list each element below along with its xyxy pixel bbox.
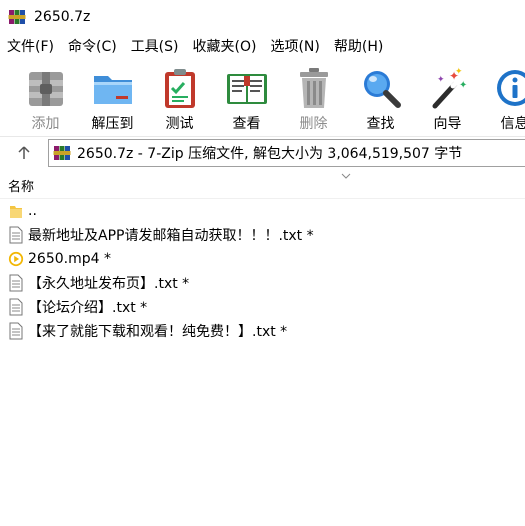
view-book-icon — [226, 74, 267, 104]
test-clipboard-icon — [164, 69, 195, 108]
delete-button[interactable]: 删除 — [280, 60, 347, 133]
winrar-books-icon — [53, 146, 71, 160]
file-name: 【来了就能下载和观看！纯免费！】.txt * — [28, 324, 288, 340]
extract-to-button-label: 解压到 — [91, 116, 134, 132]
extract-to-button[interactable]: 解压到 — [79, 60, 146, 133]
text-file-icon — [8, 226, 24, 244]
wizard-button[interactable]: ✦ ✦ ✦ ✦ 向导 — [414, 60, 481, 133]
list-item[interactable]: 【来了就能下载和观看！纯免费！】.txt * — [0, 319, 525, 343]
list-item[interactable]: 【永久地址发布页】.txt * — [0, 271, 525, 295]
magnifier-icon — [363, 71, 401, 108]
up-one-level-button[interactable] — [10, 139, 38, 167]
text-file-icon — [8, 274, 24, 292]
file-list: 名称 .. 最新地址及APP请发邮箱自动获取！！！.txt * 2650.mp4… — [0, 172, 525, 526]
toolbar: 添加 解压到 测试 查看 删除 查找 ✦ ✦ ✦ ✦ 向导 信息 — [0, 60, 525, 137]
info-button[interactable]: 信息 — [481, 60, 525, 133]
add-button[interactable]: 添加 — [12, 60, 79, 133]
find-button[interactable]: 查找 — [347, 60, 414, 133]
delete-button-label: 删除 — [299, 116, 328, 132]
folder-icon — [8, 202, 24, 220]
test-button-label: 测试 — [165, 116, 194, 132]
path-field[interactable]: 2650.7z - 7-Zip 压缩文件, 解包大小为 3,064,519,50… — [48, 139, 525, 167]
wizard-wand-icon: ✦ ✦ ✦ ✦ — [432, 67, 467, 109]
list-item[interactable]: 2650.mp4 * — [0, 247, 525, 271]
column-name-label: 名称 — [8, 179, 35, 195]
text-file-icon — [8, 298, 24, 316]
file-name: 最新地址及APP请发邮箱自动获取！！！.txt * — [28, 228, 314, 244]
text-file-icon — [8, 322, 24, 340]
menu-bar: 文件(F) 命令(C) 工具(S) 收藏夹(O) 选项(N) 帮助(H) — [0, 36, 525, 58]
menu-options[interactable]: 选项(N) — [263, 36, 326, 58]
add-button-label: 添加 — [31, 116, 60, 132]
info-icon — [496, 70, 525, 106]
list-item[interactable]: 【论坛介绍】.txt * — [0, 295, 525, 319]
find-button-label: 查找 — [366, 116, 395, 132]
svg-text:✦: ✦ — [455, 67, 463, 77]
menu-favorites[interactable]: 收藏夹(O) — [186, 36, 264, 58]
add-archive-icon — [28, 72, 63, 106]
window-title: 2650.7z — [34, 9, 91, 25]
view-button-label: 查看 — [232, 116, 261, 132]
address-bar: 2650.7z - 7-Zip 压缩文件, 解包大小为 3,064,519,50… — [0, 137, 525, 169]
svg-text:✦: ✦ — [437, 75, 445, 85]
file-name: 【论坛介绍】.txt * — [28, 300, 148, 316]
column-header-name[interactable]: 名称 — [0, 172, 525, 199]
wizard-button-label: 向导 — [433, 116, 462, 132]
list-item[interactable]: 最新地址及APP请发邮箱自动获取！！！.txt * — [0, 223, 525, 247]
video-file-icon — [8, 250, 24, 268]
info-button-label: 信息 — [500, 116, 525, 132]
file-name: .. — [28, 203, 37, 219]
file-name: 【永久地址发布页】.txt * — [28, 276, 190, 292]
trash-icon — [299, 68, 328, 108]
svg-text:✦: ✦ — [459, 80, 467, 91]
winrar-books-icon — [8, 10, 26, 24]
chevron-down-icon — [341, 173, 351, 179]
arrow-up-icon — [18, 146, 30, 159]
extract-folder-icon — [93, 76, 132, 104]
menu-file[interactable]: 文件(F) — [0, 36, 61, 58]
test-button[interactable]: 测试 — [146, 60, 213, 133]
menu-commands[interactable]: 命令(C) — [61, 36, 124, 58]
title-bar: 2650.7z — [0, 0, 525, 34]
menu-tools[interactable]: 工具(S) — [124, 36, 186, 58]
view-button[interactable]: 查看 — [213, 60, 280, 133]
file-name: 2650.mp4 * — [28, 251, 111, 267]
menu-help[interactable]: 帮助(H) — [327, 36, 390, 58]
list-item[interactable]: .. — [0, 199, 525, 223]
path-text: 2650.7z - 7-Zip 压缩文件, 解包大小为 3,064,519,50… — [77, 146, 463, 162]
